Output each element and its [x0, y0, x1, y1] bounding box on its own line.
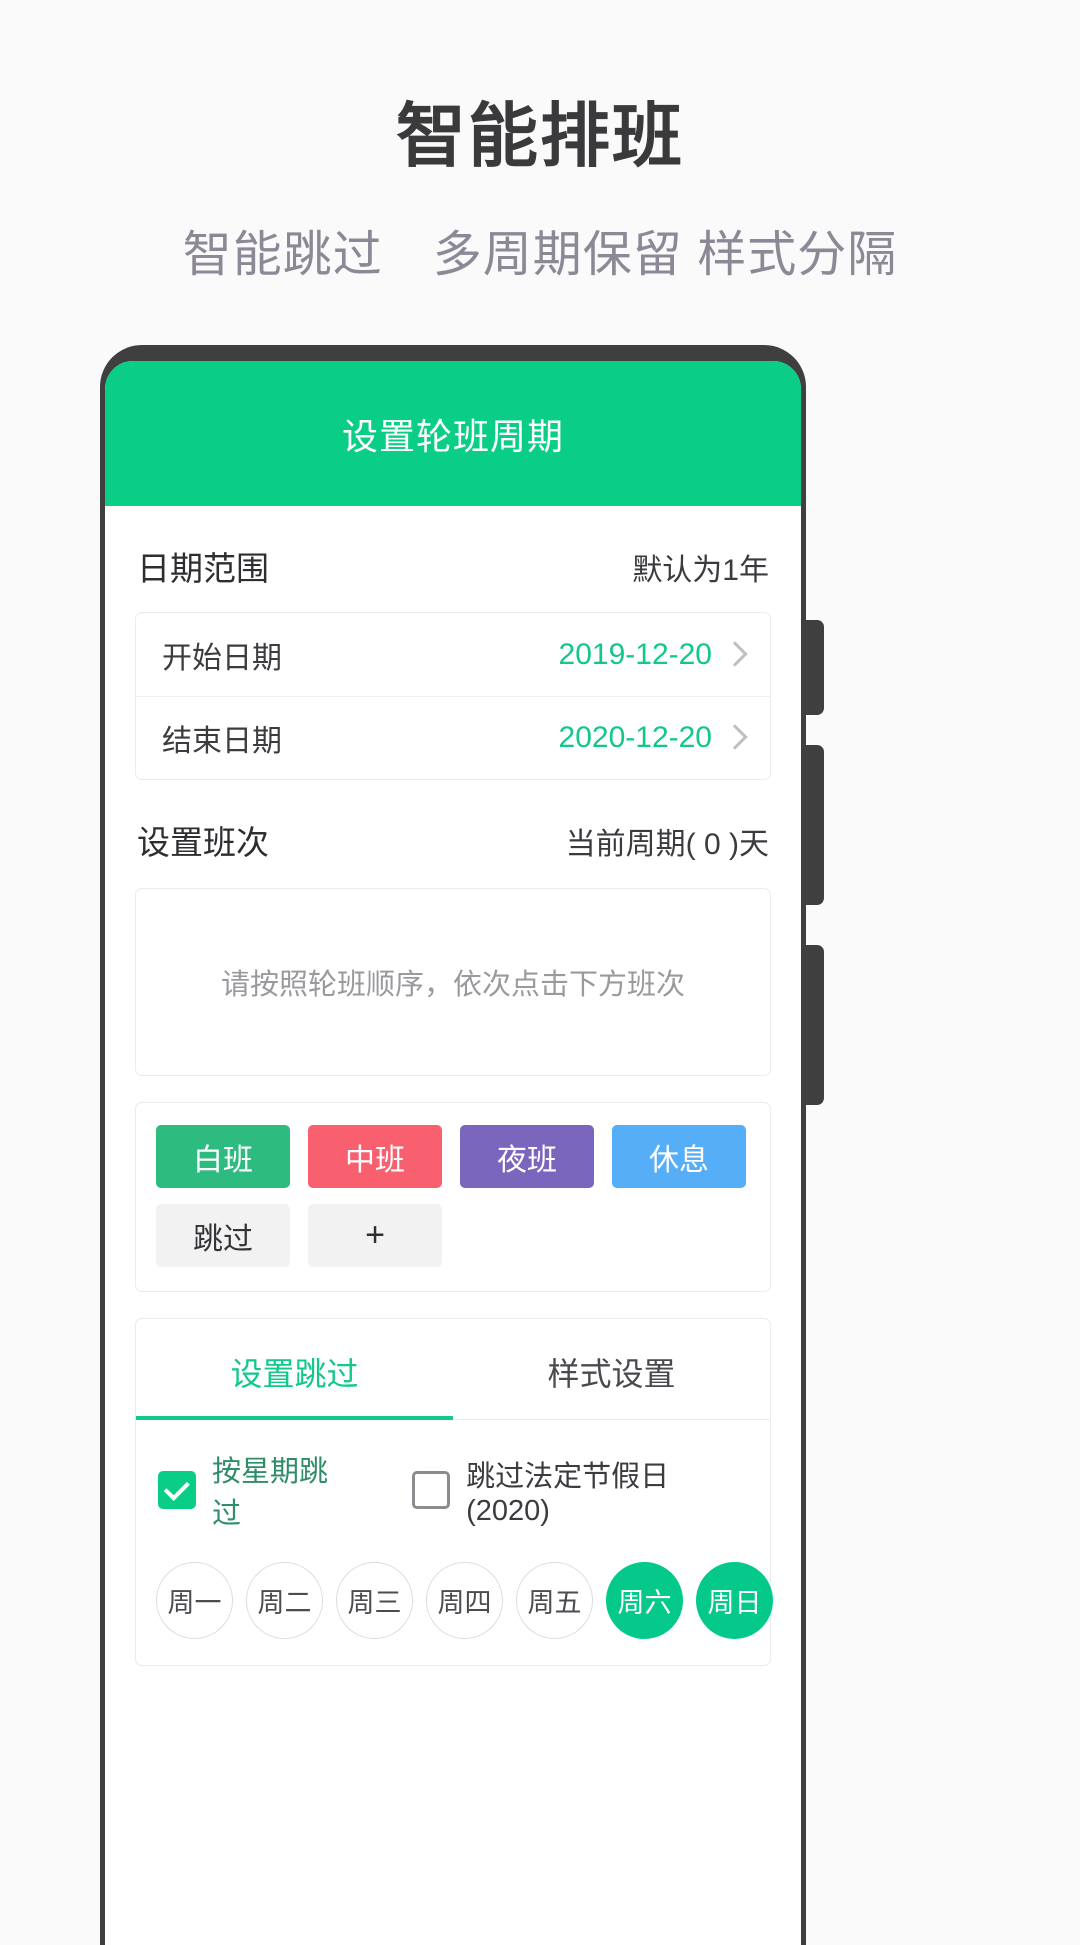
checkbox-skip-public-holidays[interactable]	[412, 1471, 451, 1509]
end-date-row[interactable]: 结束日期 2020-12-20	[136, 696, 770, 779]
start-date-label: 开始日期	[162, 641, 282, 675]
end-date-value: 2020-12-20	[558, 721, 712, 754]
date-range-card: 开始日期 2019-12-20 结束日期 2020-12-20	[135, 612, 771, 780]
promo-header: 智能排班 智能跳过 多周期保留 样式分隔	[0, 0, 1080, 286]
start-date-right: 2019-12-20	[558, 637, 748, 672]
page-subtitle: 智能跳过 多周期保留 样式分隔	[182, 227, 898, 282]
shift-chip-night[interactable]: 夜班	[460, 1125, 594, 1188]
weekday-thu[interactable]: 周四	[426, 1562, 503, 1639]
weekday-wed[interactable]: 周三	[336, 1562, 413, 1639]
date-range-section-header: 日期范围 默认为1年	[135, 506, 771, 612]
start-date-row[interactable]: 开始日期 2019-12-20	[136, 613, 770, 696]
phone-screen: 设置轮班周期 日期范围 默认为1年 开始日期 2019-12-20 结束日期 2…	[105, 361, 801, 1945]
app-bar-title: 设置轮班周期	[341, 415, 564, 457]
checkbox-skip-by-weekday[interactable]	[158, 1471, 196, 1509]
shift-chip-skip[interactable]: 跳过	[156, 1204, 290, 1267]
weekday-mon[interactable]: 周一	[156, 1562, 233, 1639]
current-cycle-days: 当前周期( 0 )天	[565, 828, 769, 861]
tab-style-settings[interactable]: 样式设置	[453, 1319, 770, 1419]
end-date-right: 2020-12-20	[558, 721, 748, 755]
skip-options-row: 按星期跳过 跳过法定节假日(2020)	[136, 1420, 770, 1532]
date-range-note: 默认为1年	[632, 554, 769, 587]
weekday-fri[interactable]: 周五	[516, 1562, 593, 1639]
shift-sequence-dropzone[interactable]: 请按照轮班顺序，依次点击下方班次	[135, 888, 771, 1076]
shift-palette-card: 白班 中班 夜班 休息 跳过 +	[135, 1102, 771, 1292]
shift-sequence-hint: 请按照轮班顺序，依次点击下方班次	[220, 969, 685, 1001]
shift-chip-rest[interactable]: 休息	[612, 1125, 746, 1188]
app-bar: 设置轮班周期	[105, 361, 801, 506]
phone-side-button-volume-up	[804, 745, 824, 905]
chevron-right-icon	[722, 640, 748, 667]
page-title: 智能排班	[396, 97, 684, 175]
shift-palette-row-2: 跳过 +	[156, 1204, 750, 1267]
shift-palette-row-1: 白班 中班 夜班 休息	[156, 1125, 750, 1188]
chevron-right-icon	[722, 724, 748, 750]
end-date-label: 结束日期	[162, 725, 282, 758]
check-icon	[163, 1474, 190, 1501]
weekday-sun[interactable]: 周日	[696, 1562, 773, 1639]
weekday-tue[interactable]: 周二	[246, 1562, 323, 1639]
date-range-title: 日期范围	[137, 550, 269, 587]
weekday-selector: 周一 周二 周三 周四 周五 周六 周日	[136, 1532, 773, 1639]
start-date-value: 2019-12-20	[558, 637, 712, 671]
shift-setup-title: 设置班次	[137, 824, 269, 861]
phone-side-button-mute	[804, 620, 824, 715]
settings-tabs-card: 设置跳过 样式设置 按星期跳过 跳过法定节假日(2020) 周一 周二 周三 周…	[135, 1318, 773, 1666]
skip-public-holidays-label[interactable]: 跳过法定节假日(2020)	[466, 1453, 748, 1528]
shift-chip-mid[interactable]: 中班	[308, 1125, 442, 1188]
weekday-sat[interactable]: 周六	[606, 1562, 683, 1639]
phone-mockup: 设置轮班周期 日期范围 默认为1年 开始日期 2019-12-20 结束日期 2…	[100, 345, 824, 1945]
tab-skip-settings[interactable]: 设置跳过	[136, 1319, 453, 1420]
shift-chip-day[interactable]: 白班	[156, 1125, 290, 1188]
skip-by-weekday-label[interactable]: 按星期跳过	[212, 1448, 355, 1532]
shift-setup-section-header: 设置班次 当前周期( 0 )天	[135, 780, 771, 886]
add-shift-button[interactable]: +	[308, 1204, 442, 1267]
phone-side-button-volume-down	[804, 945, 824, 1105]
settings-tabs: 设置跳过 样式设置	[136, 1319, 770, 1420]
app-content: 日期范围 默认为1年 开始日期 2019-12-20 结束日期 2020-12-…	[105, 506, 801, 1666]
